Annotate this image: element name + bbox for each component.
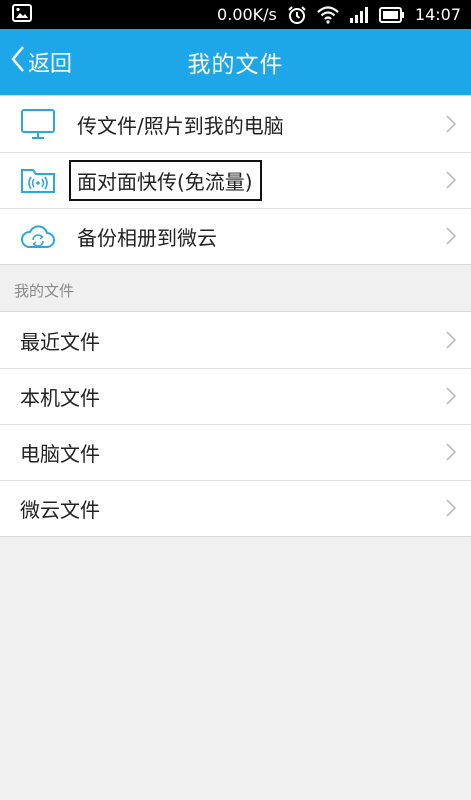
cloud-sync-icon	[20, 218, 56, 254]
clock: 14:07	[414, 5, 461, 24]
network-speed: 0.00K/s	[217, 5, 277, 24]
list-item-computer-files[interactable]: 电脑文件	[0, 424, 471, 480]
list-item-weiyun-files[interactable]: 微云文件	[0, 480, 471, 536]
image-icon	[12, 3, 32, 26]
status-bar: 0.00K/s 14:07	[0, 0, 471, 29]
page-title: 我的文件	[187, 52, 284, 78]
nav-bar: 返回 我的文件	[0, 29, 471, 95]
list-item-label: 微云文件	[20, 497, 100, 522]
list-item-label: 面对面快传(免流量)	[69, 159, 262, 201]
list-item-recent-files[interactable]: 最近文件	[0, 312, 471, 368]
chevron-right-icon	[445, 330, 457, 355]
monitor-icon	[20, 106, 56, 142]
back-label: 返回	[28, 52, 73, 77]
chevron-right-icon	[445, 386, 457, 411]
chevron-left-icon	[10, 45, 26, 79]
wifi-icon	[317, 5, 339, 24]
back-button[interactable]: 返回	[10, 29, 72, 95]
list-item-backup-album[interactable]: 备份相册到微云	[0, 208, 471, 264]
section-header: 我的文件	[14, 282, 75, 300]
highlight-box	[69, 159, 262, 201]
list-item-send-to-computer[interactable]: 传文件/照片到我的电脑	[0, 96, 471, 152]
alarm-icon	[287, 5, 307, 25]
chevron-right-icon	[445, 498, 457, 523]
chevron-right-icon	[445, 170, 457, 195]
actions-list: 传文件/照片到我的电脑 面对面快传(免流量) 备份相册到微云	[0, 95, 471, 265]
list-item-label: 最近文件	[20, 329, 100, 354]
files-list: 最近文件 本机文件 电脑文件 微云文件	[0, 311, 471, 537]
signal-icon	[349, 6, 369, 23]
list-item-face-to-face-transfer[interactable]: 面对面快传(免流量)	[0, 152, 471, 208]
chevron-right-icon	[445, 442, 457, 467]
list-item-label: 传文件/照片到我的电脑	[77, 113, 284, 138]
battery-icon	[378, 6, 405, 23]
chevron-right-icon	[445, 114, 457, 139]
folder-wireless-icon	[20, 162, 56, 198]
chevron-right-icon	[445, 226, 457, 251]
list-item-label: 本机文件	[20, 385, 100, 410]
list-item-label: 备份相册到微云	[77, 225, 217, 250]
list-item-local-files[interactable]: 本机文件	[0, 368, 471, 424]
list-item-label: 电脑文件	[20, 441, 100, 466]
